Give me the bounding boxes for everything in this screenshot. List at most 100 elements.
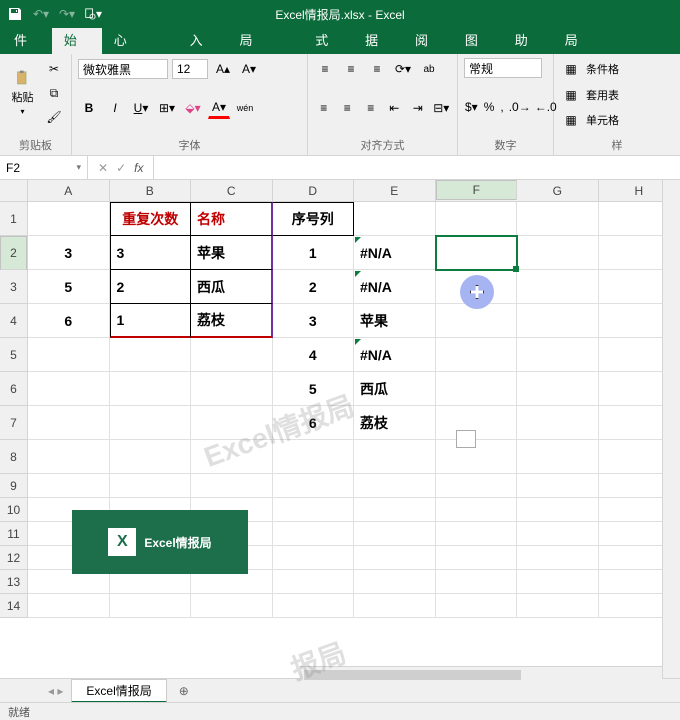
cell[interactable] bbox=[436, 304, 518, 338]
cell[interactable] bbox=[273, 498, 355, 522]
increase-font-icon[interactable]: A▴ bbox=[212, 58, 234, 80]
bold-button[interactable]: B bbox=[78, 97, 100, 119]
cell[interactable] bbox=[517, 594, 599, 618]
col-hdr[interactable]: B bbox=[110, 180, 192, 201]
cell[interactable] bbox=[517, 202, 599, 236]
cell[interactable]: 苹果 bbox=[191, 236, 273, 270]
cell[interactable] bbox=[517, 546, 599, 570]
cell[interactable] bbox=[191, 372, 273, 406]
sheet-tab-active[interactable]: Excel情报局 bbox=[71, 679, 166, 703]
cell[interactable] bbox=[28, 474, 110, 498]
col-hdr[interactable]: D bbox=[273, 180, 355, 201]
col-hdr[interactable]: C bbox=[191, 180, 273, 201]
cell[interactable] bbox=[354, 440, 436, 474]
cell[interactable]: 荔枝 bbox=[191, 304, 273, 338]
cell[interactable] bbox=[354, 522, 436, 546]
cell[interactable] bbox=[110, 440, 192, 474]
phonetic-button[interactable]: wén bbox=[234, 97, 256, 119]
cell[interactable] bbox=[273, 570, 355, 594]
cell[interactable] bbox=[517, 440, 599, 474]
font-color-button[interactable]: A▾ bbox=[208, 97, 230, 119]
comma-icon[interactable]: , bbox=[499, 96, 504, 118]
fill-color-button[interactable]: ⬙▾ bbox=[182, 97, 204, 119]
cell[interactable]: 2 bbox=[110, 270, 192, 304]
cell[interactable] bbox=[517, 270, 599, 304]
cell[interactable]: 苹果 bbox=[354, 304, 436, 338]
percent-icon[interactable]: % bbox=[483, 96, 496, 118]
copy-icon[interactable]: ⧉ bbox=[43, 82, 65, 104]
cut-icon[interactable]: ✂ bbox=[43, 58, 65, 80]
cell[interactable]: 西瓜 bbox=[354, 372, 436, 406]
row-hdr[interactable]: 12 bbox=[0, 546, 27, 570]
cell[interactable] bbox=[436, 570, 518, 594]
cell[interactable] bbox=[436, 474, 518, 498]
font-size-select[interactable] bbox=[172, 59, 208, 79]
row-hdr[interactable]: 4 bbox=[0, 304, 27, 338]
cell[interactable]: 5 bbox=[273, 372, 355, 406]
cell[interactable] bbox=[517, 498, 599, 522]
indent-right-icon[interactable]: ⇥ bbox=[408, 97, 428, 119]
cell[interactable] bbox=[273, 546, 355, 570]
orientation-icon[interactable]: ⟳▾ bbox=[392, 58, 414, 80]
cell[interactable]: 5 bbox=[28, 270, 110, 304]
row-hdr[interactable]: 7 bbox=[0, 406, 27, 440]
vertical-scrollbar[interactable] bbox=[662, 180, 680, 688]
accept-formula-icon[interactable]: ✓ bbox=[116, 161, 126, 175]
row-hdr[interactable]: 2 bbox=[0, 236, 27, 270]
paste-button[interactable]: 粘贴 ▾ bbox=[6, 70, 39, 116]
redo-icon[interactable]: ↷▾ bbox=[58, 5, 76, 23]
cell[interactable]: 重复次数 bbox=[110, 202, 192, 236]
cell[interactable] bbox=[273, 474, 355, 498]
sheet-nav[interactable]: ◂ ▸ bbox=[40, 684, 71, 698]
cell[interactable] bbox=[354, 570, 436, 594]
row-hdr[interactable]: 14 bbox=[0, 594, 27, 618]
cell[interactable] bbox=[28, 202, 110, 236]
cell[interactable] bbox=[436, 338, 518, 372]
cell[interactable]: #N/A bbox=[354, 270, 436, 304]
cell[interactable] bbox=[110, 594, 192, 618]
cancel-formula-icon[interactable]: ✕ bbox=[98, 161, 108, 175]
table-style-icon[interactable]: ▦ bbox=[560, 84, 582, 106]
add-sheet-button[interactable]: ⊕ bbox=[173, 680, 195, 702]
cell[interactable]: 1 bbox=[110, 304, 192, 338]
format-painter-icon[interactable]: 🖌 bbox=[43, 106, 65, 128]
col-hdr[interactable]: G bbox=[517, 180, 599, 201]
cell[interactable]: #N/A bbox=[354, 236, 436, 270]
cell[interactable]: 名称 bbox=[191, 202, 273, 236]
row-hdr[interactable]: 13 bbox=[0, 570, 27, 594]
cell[interactable] bbox=[110, 406, 192, 440]
italic-button[interactable]: I bbox=[104, 97, 126, 119]
cell[interactable]: 4 bbox=[273, 338, 355, 372]
undo-icon[interactable]: ↶▾ bbox=[32, 5, 50, 23]
cell[interactable] bbox=[436, 522, 518, 546]
align-top-icon[interactable]: ≡ bbox=[314, 58, 336, 80]
cell[interactable]: 荔枝 bbox=[354, 406, 436, 440]
cell[interactable] bbox=[354, 474, 436, 498]
conditional-format-icon[interactable]: ▦ bbox=[560, 58, 582, 80]
underline-button[interactable]: U▾ bbox=[130, 97, 152, 119]
cell[interactable] bbox=[517, 304, 599, 338]
col-hdr[interactable]: F bbox=[436, 180, 518, 200]
font-name-select[interactable] bbox=[78, 59, 168, 79]
cell[interactable] bbox=[436, 498, 518, 522]
cell[interactable] bbox=[517, 570, 599, 594]
cell-selected[interactable] bbox=[436, 236, 518, 270]
select-all-corner[interactable] bbox=[0, 180, 28, 202]
cell[interactable] bbox=[28, 594, 110, 618]
align-center-icon[interactable]: ≡ bbox=[338, 97, 358, 119]
cell[interactable] bbox=[273, 522, 355, 546]
row-hdr[interactable]: 8 bbox=[0, 440, 27, 474]
save-icon[interactable] bbox=[6, 5, 24, 23]
cell[interactable] bbox=[436, 546, 518, 570]
cell[interactable] bbox=[436, 440, 518, 474]
row-hdr[interactable]: 9 bbox=[0, 474, 27, 498]
cell[interactable]: 6 bbox=[273, 406, 355, 440]
cell[interactable] bbox=[28, 406, 110, 440]
row-hdr[interactable]: 3 bbox=[0, 270, 27, 304]
decrease-font-icon[interactable]: A▾ bbox=[238, 58, 260, 80]
cell[interactable] bbox=[517, 406, 599, 440]
cell[interactable] bbox=[517, 338, 599, 372]
cell[interactable]: 序号列 bbox=[273, 202, 355, 236]
formula-input[interactable] bbox=[153, 156, 680, 179]
cell[interactable] bbox=[517, 236, 599, 270]
